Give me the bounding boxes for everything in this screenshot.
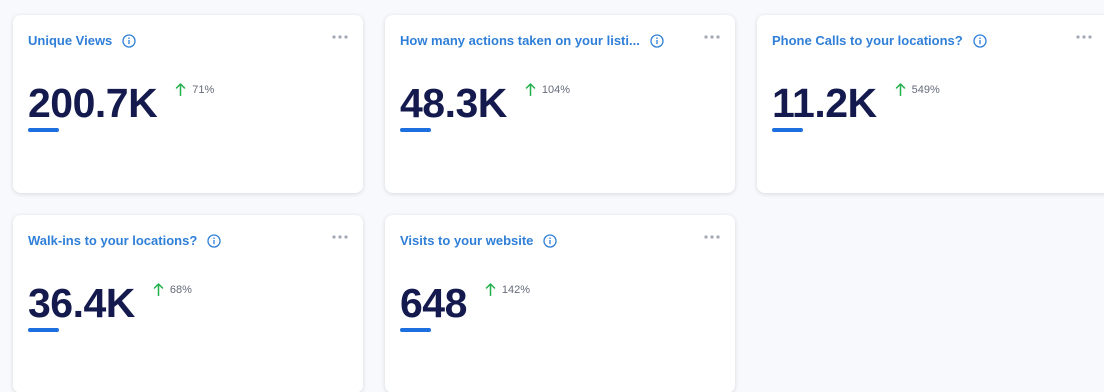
more-options-icon[interactable] (703, 32, 721, 42)
trend-percent: 142% (501, 283, 531, 296)
card-title: Visits to your website (400, 233, 534, 248)
metric-card-walk-ins: Walk-ins to your locations? 36.4K 68% (13, 215, 363, 392)
metric-value: 648 (400, 280, 467, 326)
trend-indicator: 549% (895, 83, 940, 96)
metric-row: 200.7K 71% (28, 79, 214, 127)
card-title: Unique Views (28, 33, 113, 48)
more-options-icon[interactable] (331, 32, 349, 42)
metric-row: 648 142% (400, 279, 530, 327)
card-title: Phone Calls to your locations? (772, 33, 963, 48)
value-underline (400, 128, 431, 132)
card-header: Walk-ins to your locations? (28, 233, 221, 248)
metric-card-phone-calls: Phone Calls to your locations? 11.2K 549… (757, 15, 1104, 193)
trend-indicator: 104% (525, 83, 570, 96)
metric-value: 48.3K (400, 80, 507, 126)
more-options-icon[interactable] (1075, 32, 1093, 42)
trend-percent: 68% (169, 283, 192, 296)
metric-card-website-visits: Visits to your website 648 142% (385, 215, 735, 392)
metric-card-unique-views: Unique Views 200.7K 71% (13, 15, 363, 193)
trend-percent: 104% (541, 83, 571, 96)
value-underline (28, 328, 59, 332)
card-header: How many actions taken on your listi... (400, 33, 664, 48)
metric-value: 11.2K (772, 80, 877, 126)
info-icon[interactable] (207, 233, 221, 248)
value-underline (28, 128, 59, 132)
arrow-up-icon (525, 83, 536, 96)
metric-card-actions-taken: How many actions taken on your listi... … (385, 15, 735, 193)
info-icon[interactable] (650, 33, 664, 48)
card-header: Unique Views (28, 33, 136, 48)
trend-percent: 549% (911, 83, 940, 96)
trend-indicator: 142% (485, 283, 530, 296)
arrow-up-icon (175, 83, 186, 96)
info-icon[interactable] (543, 233, 558, 248)
info-icon[interactable] (122, 33, 136, 48)
more-options-icon[interactable] (331, 232, 349, 242)
arrow-up-icon (153, 283, 164, 296)
value-underline (400, 328, 431, 332)
metric-value: 36.4K (28, 280, 135, 326)
trend-indicator: 68% (153, 283, 192, 296)
more-options-icon[interactable] (703, 232, 721, 242)
info-icon[interactable] (973, 33, 987, 48)
metric-row: 11.2K 549% (772, 79, 940, 127)
card-header: Phone Calls to your locations? (772, 33, 987, 48)
card-title: Walk-ins to your locations? (28, 233, 198, 248)
arrow-up-icon (895, 83, 905, 96)
arrow-up-icon (485, 283, 496, 296)
value-underline (772, 128, 803, 132)
metric-value: 200.7K (28, 80, 158, 126)
trend-percent: 71% (192, 83, 215, 96)
card-title: How many actions taken on your listi... (400, 33, 640, 48)
metric-row: 36.4K 68% (28, 279, 192, 327)
trend-indicator: 71% (175, 83, 214, 96)
card-header: Visits to your website (400, 233, 558, 248)
metric-row: 48.3K 104% (400, 79, 570, 127)
metrics-grid: Unique Views 200.7K 71% How many actions… (0, 0, 1104, 392)
